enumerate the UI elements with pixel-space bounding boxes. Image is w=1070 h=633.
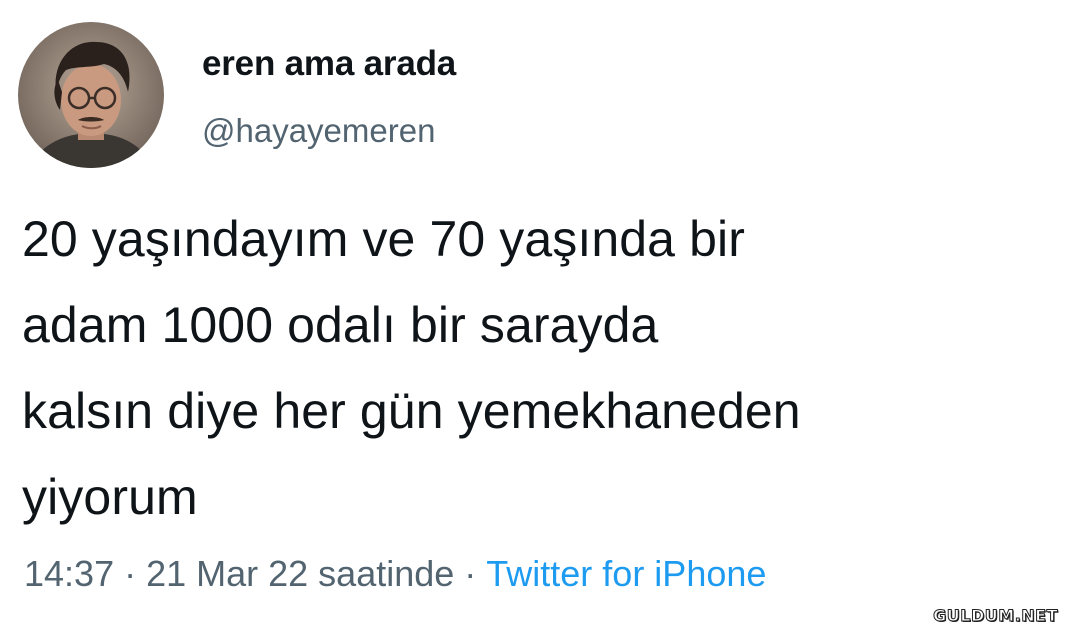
tweet-metadata: 14:37 · 21 Mar 22 saatinde · Twitter for i… xyxy=(24,553,766,595)
tweet-text-line: adam 1000 odalı bir sarayda xyxy=(22,297,659,353)
tweet-text-line: kalsın diye her gün yemekhaneden xyxy=(22,383,801,439)
tweet-text-line: 20 yaşındayım ve 70 yaşında bir xyxy=(22,211,745,267)
tweet-text-line: yiyorum xyxy=(22,469,198,525)
user-handle[interactable]: @hayayemeren xyxy=(202,112,435,150)
display-name[interactable]: eren ama arada xyxy=(202,44,456,84)
avatar[interactable] xyxy=(18,22,164,168)
tweet-source-link[interactable]: Twitter for iPhone xyxy=(486,553,766,594)
avatar-photo-icon xyxy=(18,22,164,168)
tweet-text: 20 yaşındayım ve 70 yaşında bir adam 100… xyxy=(22,196,1062,540)
tweet-timestamp[interactable]: 14:37 · 21 Mar 22 saatinde xyxy=(24,553,454,594)
site-watermark: GULDUM.NET xyxy=(933,606,1058,626)
meta-separator: · xyxy=(464,553,477,594)
tweet-card: eren ama arada @hayayemeren 20 yaşındayı… xyxy=(0,0,1070,633)
